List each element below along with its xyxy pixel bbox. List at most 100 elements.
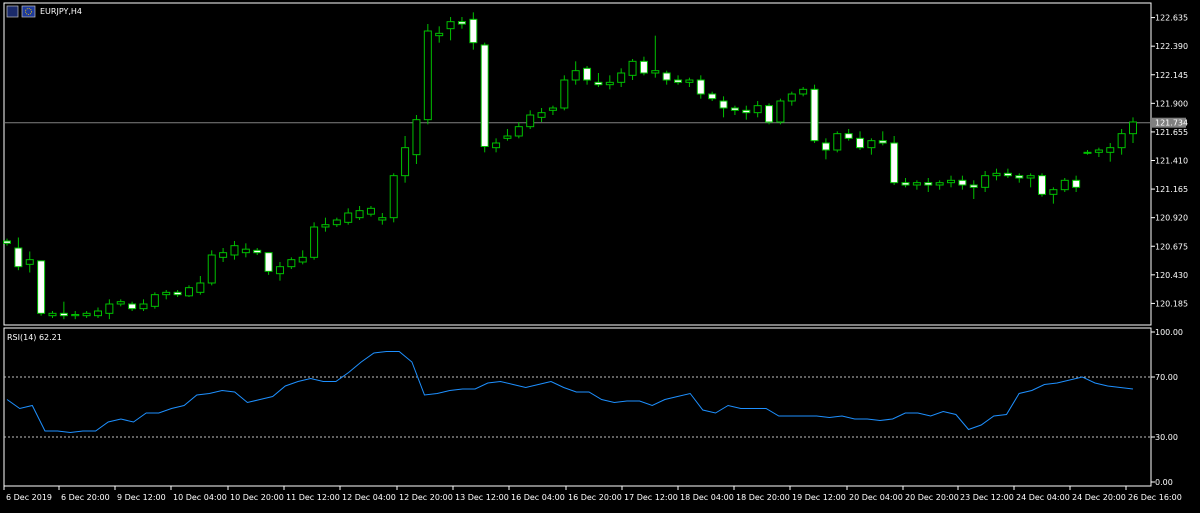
candle-bear [1003,172,1012,177]
candle-bear [1072,179,1081,188]
candle-bear [708,93,717,100]
candle-bull [537,112,546,118]
candle-bull [105,303,114,314]
candle-bull [275,266,284,275]
candle-bear [924,182,933,186]
candle-bull [71,314,80,317]
candle-bull [651,70,660,74]
price-tick-label: 121.410 [1155,157,1188,166]
current-price-label: 121.734 [1155,119,1188,128]
candle-bull [981,175,990,188]
candle-bull [912,182,921,186]
price-tick-label: 120.430 [1155,271,1188,280]
candle-bull [1083,151,1092,154]
candle-bull [1117,133,1126,149]
time-tick-label: 18 Dec 20:00 [736,493,790,502]
candle-bear [969,184,978,188]
chart-window[interactable]: EURJPY,H4 122.635 122.390 122.145 121.900 12… [0,0,1200,510]
candle-bear [469,18,478,44]
candle-bull [992,172,1001,177]
candle-bull [685,79,694,83]
candle-bull [162,291,171,296]
time-tick-label: 20 Dec 04:00 [849,493,903,502]
time-tick-label: 18 Dec 04:00 [680,493,734,502]
rsi-tick-label: 70.00 [1155,373,1178,382]
candle-bull [1094,149,1103,153]
candle-bull [548,107,557,111]
candle-bear [1038,175,1047,195]
candle-bull [230,245,239,256]
candle-bear [1015,175,1024,179]
candle-bear [662,72,671,81]
time-tick-label: 16 Dec 04:00 [511,493,565,502]
eu-flag-icon [21,5,36,18]
price-tick-label: 122.390 [1155,42,1188,51]
current-price-tag: 121.734 [1152,117,1188,128]
candle-bull [25,259,34,265]
candle-bull [1060,179,1069,191]
time-tick-label: 12 Dec 04:00 [342,493,396,502]
chart-title-group: EURJPY,H4 [6,5,82,18]
candle-bull [571,70,580,81]
candle-bear [890,142,899,184]
price-tick-label: 120.185 [1155,299,1188,308]
candle-bull [1049,189,1058,195]
price-tick-label: 121.655 [1155,128,1188,137]
candle-bear [810,88,819,142]
time-tick-label: 17 Dec 12:00 [624,493,678,502]
price-tick-label: 122.145 [1155,71,1188,80]
candle-bear [696,79,705,95]
candle-bull [196,282,205,293]
candle-bear [901,182,910,186]
candle-bull [401,147,410,177]
candle-bear [14,247,23,268]
candle-bear [719,100,728,109]
time-tick-label: 16 Dec 20:00 [568,493,622,502]
candle-bear [457,21,466,25]
candle-bear [742,109,751,114]
candle-bear [480,44,489,147]
candle-bull [344,212,353,223]
chart-window-icon [6,5,19,18]
rsi-title: RSI(14) 62.21 [7,333,62,342]
candle-bull [298,256,307,263]
candle-bull [321,224,330,228]
candle-bull [753,105,762,114]
candle-bull [492,142,501,149]
candle-bull [833,133,842,151]
candle-bull [48,312,57,317]
candle-bear [264,252,273,272]
price-tick-label: 121.165 [1155,185,1188,194]
time-tick-label: 19 Dec 12:00 [792,493,846,502]
rsi-tick-label: 30.00 [1155,433,1178,442]
chart-canvas[interactable]: EURJPY,H4 122.635 122.390 122.145 121.900 12… [0,0,1200,510]
candle-bull [1106,147,1115,153]
candle-bull [947,179,956,184]
candle-bear [3,240,11,244]
candle-bull [139,303,148,310]
candle-bull [514,126,523,137]
rsi-tick-label: 0.00 [1155,478,1173,487]
candle-bear [594,81,603,86]
time-tick-label: 24 Dec 04:00 [1016,493,1070,502]
candle-bull [287,259,296,268]
candle-bull [412,119,421,156]
candle-bull [799,88,808,95]
candle-bear [639,60,648,74]
price-tick-label: 120.675 [1155,242,1188,251]
candle-bull [560,79,569,109]
candle-bull [366,207,375,215]
candle-bull [82,312,91,317]
candle-bull [150,294,159,307]
candle-bull [116,301,125,305]
time-tick-label: 6 Dec 20:00 [61,493,110,502]
candle-bull [776,100,785,123]
time-tick-label: 20 Dec 20:00 [905,493,959,502]
rsi-tick-label: 100.00 [1155,328,1183,337]
candle-bear [128,303,137,310]
candle-bear [856,137,865,149]
time-tick-label: 11 Dec 12:00 [286,493,340,502]
candle-bull [184,287,193,297]
candle-bull [503,135,512,139]
candle-bear [253,249,262,254]
